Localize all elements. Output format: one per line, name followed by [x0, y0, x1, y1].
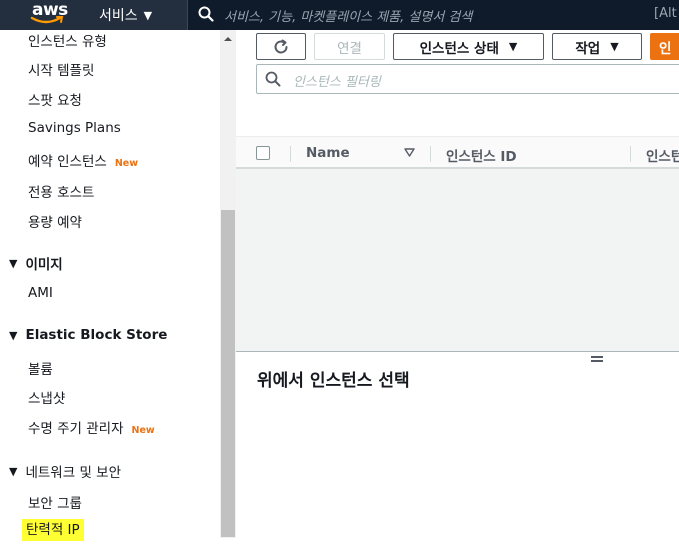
sidebar-navigation: 인스턴스 유형 시작 템플릿 스팟 요청 Savings Plans 예약 인스…: [0, 30, 236, 552]
launch-instances-button[interactable]: 인: [650, 33, 679, 60]
column-divider: [430, 146, 431, 162]
sidebar-item-ami[interactable]: AMI: [28, 285, 53, 301]
section-label: Elastic Block Store: [25, 327, 168, 343]
sidebar-item-label: 보안 그룹: [28, 496, 82, 512]
sidebar-section-images[interactable]: ▼ 이미지: [9, 253, 63, 274]
sidebar-item-volumes[interactable]: 볼륨: [28, 358, 53, 378]
aws-smile-icon: [30, 16, 64, 24]
sidebar-item-label: Savings Plans: [28, 120, 121, 136]
sidebar-item-label: 인스턴스 유형: [28, 34, 107, 50]
instances-table-body: [236, 169, 679, 351]
caret-down-icon: ▼: [9, 328, 18, 342]
sidebar-item-lifecycle-manager[interactable]: 수명 주기 관리자 New: [28, 417, 155, 437]
sidebar-scrollbar[interactable]: [220, 30, 236, 538]
search-icon: [265, 71, 281, 87]
search-shortcut-hint: [Alt: [654, 6, 677, 21]
connect-button[interactable]: 연결: [314, 33, 385, 60]
sidebar-item-label: 스냅샷: [28, 391, 66, 407]
sidebar-item-label: 시작 템플릿: [28, 63, 95, 79]
caret-down-icon: ▼: [143, 8, 153, 22]
caret-down-icon: ▼: [508, 40, 518, 53]
select-all-checkbox[interactable]: [256, 146, 270, 160]
sidebar-item-label: 용량 예약: [28, 215, 82, 231]
sidebar-item-reserved-instances[interactable]: 예약 인스턴스 New: [28, 150, 138, 170]
sidebar-section-network-security[interactable]: ▼ 네트워크 및 보안: [9, 461, 121, 482]
instance-filter-input[interactable]: 인스턴스 필터링: [256, 64, 679, 94]
column-header-instance-next[interactable]: 인스턴: [646, 145, 679, 165]
main-content: 연결 인스턴스 상태 ▼ 작업 ▼ 인 인스턴스 필터링 Name 인스턴스 I…: [236, 30, 679, 552]
sidebar-item-label: AMI: [28, 285, 53, 301]
instances-table-header: Name 인스턴스 ID 인스턴: [236, 136, 679, 169]
sidebar-item-dedicated-hosts[interactable]: 전용 호스트: [28, 181, 94, 201]
global-search-bar[interactable]: 서비스, 기능, 마켓플레이스 제품, 설명서 검색 [Alt: [187, 0, 679, 30]
actions-dropdown[interactable]: 작업 ▼: [552, 33, 642, 60]
refresh-button[interactable]: [256, 33, 306, 60]
sidebar-item-security-groups[interactable]: 보안 그룹: [28, 492, 82, 512]
section-label: 이미지: [25, 257, 63, 273]
new-badge: New: [131, 425, 155, 436]
sidebar-item-instance-types[interactable]: 인스턴스 유형: [28, 30, 107, 50]
connect-label: 연결: [337, 40, 362, 57]
launch-label: 인: [659, 40, 672, 57]
column-header-name[interactable]: Name: [306, 145, 350, 161]
column-divider: [630, 146, 631, 162]
top-navigation-bar: aws 서비스 ▼ 서비스, 기능, 마켓플레이스 제품, 설명서 검색 [Al…: [0, 0, 679, 30]
caret-down-icon: ▼: [610, 40, 619, 53]
sidebar-item-snapshots[interactable]: 스냅샷: [28, 387, 65, 407]
services-menu-button[interactable]: 서비스 ▼: [99, 0, 152, 30]
search-placeholder: 서비스, 기능, 마켓플레이스 제품, 설명서 검색: [224, 10, 473, 25]
aws-logo[interactable]: aws: [30, 0, 70, 29]
instance-state-dropdown[interactable]: 인스턴스 상태 ▼: [393, 33, 544, 60]
split-panel-drag-handle[interactable]: [591, 356, 603, 364]
instance-state-label: 인스턴스 상태: [419, 40, 499, 57]
sidebar-item-label: 스팟 요청: [28, 93, 82, 109]
sidebar-item-launch-templates[interactable]: 시작 템플릿: [28, 59, 94, 79]
split-panel-divider: [236, 351, 679, 352]
section-label: 네트워크 및 보안: [25, 465, 121, 481]
scrollbar-thumb[interactable]: [221, 210, 235, 537]
caret-down-icon: ▼: [9, 464, 18, 478]
sidebar-item-savings-plans[interactable]: Savings Plans: [28, 120, 121, 136]
sidebar-item-spot-requests[interactable]: 스팟 요청: [28, 89, 82, 109]
sidebar-section-ebs[interactable]: ▼ Elastic Block Store: [9, 327, 167, 343]
sidebar-item-elastic-ip[interactable]: 탄력적 IP: [22, 518, 84, 541]
refresh-icon: [274, 39, 288, 53]
column-header-instance-id[interactable]: 인스턴스 ID: [446, 145, 517, 165]
sidebar-item-label: 수명 주기 관리자: [28, 421, 124, 437]
actions-label: 작업: [575, 40, 601, 57]
sidebar-item-label: 볼륨: [28, 362, 53, 378]
sidebar-item-label: 전용 호스트: [28, 185, 95, 201]
new-badge: New: [114, 158, 138, 169]
services-label: 서비스: [99, 8, 138, 24]
scroll-up-arrow-icon[interactable]: [220, 32, 236, 46]
search-icon: [198, 6, 214, 22]
sidebar-item-label-highlighted: 탄력적 IP: [22, 519, 84, 541]
column-divider: [290, 146, 291, 162]
sidebar-item-label: 예약 인스턴스: [28, 154, 107, 170]
filter-placeholder: 인스턴스 필터링: [293, 75, 381, 90]
sort-descending-icon[interactable]: [404, 148, 415, 157]
caret-down-icon: ▼: [9, 256, 18, 270]
detail-panel-title: 위에서 인스턴스 선택: [257, 371, 410, 391]
sidebar-item-capacity-reservations[interactable]: 용량 예약: [28, 211, 82, 231]
